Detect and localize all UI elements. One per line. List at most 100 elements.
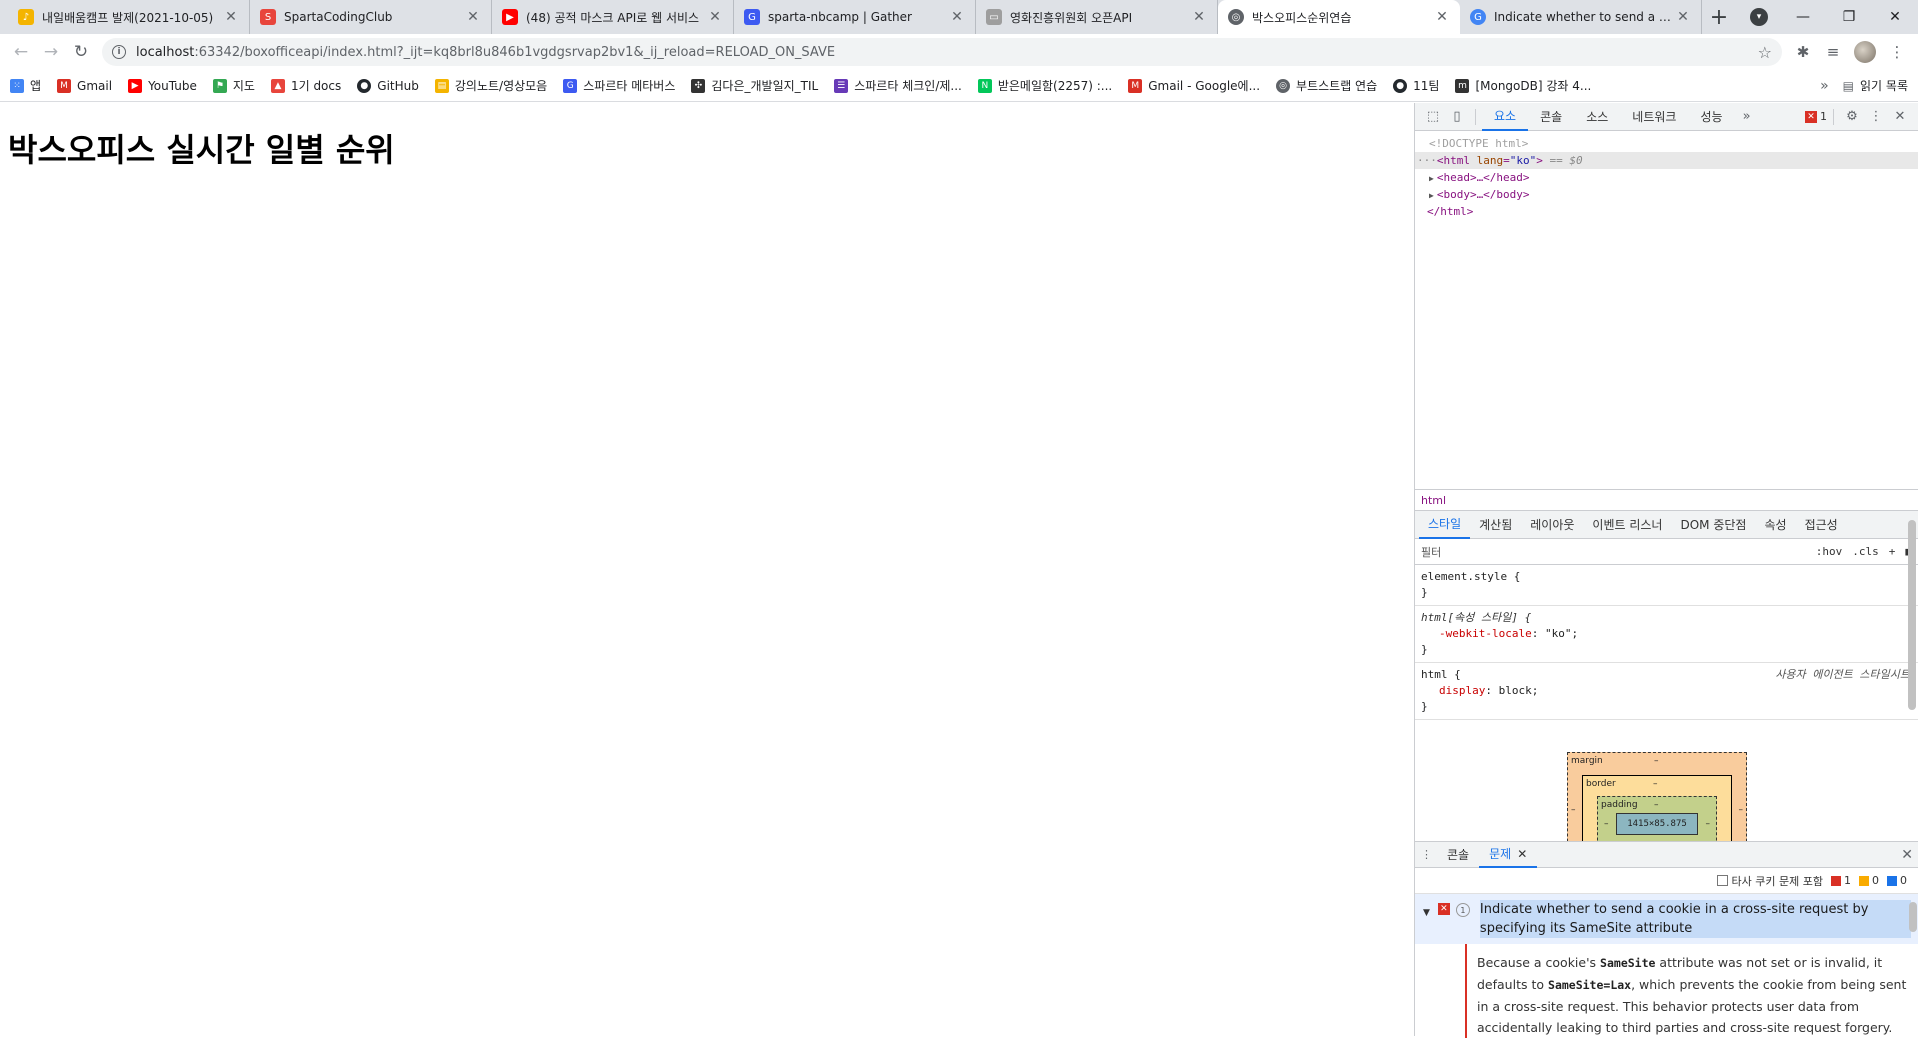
- tab-elements[interactable]: 요소: [1482, 103, 1529, 131]
- dom-node-doctype[interactable]: <!DOCTYPE html>: [1415, 135, 1918, 152]
- bookmark-item[interactable]: ☰ 스파르타 체크인/제...: [834, 77, 962, 94]
- bookmark-star-icon[interactable]: ☆: [1758, 43, 1772, 62]
- issue-header[interactable]: ▼ ✕ 1 Indicate whether to send a cookie …: [1415, 894, 1918, 944]
- info-icon[interactable]: i: [112, 45, 126, 59]
- close-drawer-icon[interactable]: ✕: [1901, 847, 1913, 863]
- browser-tab[interactable]: G Indicate whether to send a cookie ✕: [1460, 0, 1702, 34]
- notes-icon: ▤: [434, 78, 449, 93]
- chevron-down-icon[interactable]: ▼: [1423, 904, 1430, 938]
- tab-close-icon[interactable]: ✕: [1675, 9, 1691, 25]
- dom-node-body[interactable]: ▶ <body>…</body>: [1415, 186, 1918, 203]
- new-rule-plus-icon[interactable]: +: [1889, 545, 1896, 558]
- reading-list-button[interactable]: ▤ 읽기 목록: [1843, 77, 1908, 94]
- bookmark-item[interactable]: m [MongoDB] 강좌 4...: [1455, 77, 1591, 94]
- bookmark-item[interactable]: ● 11팀: [1393, 77, 1439, 94]
- device-toolbar-icon[interactable]: ▯: [1445, 109, 1469, 124]
- restore-icon[interactable]: ❐: [1826, 0, 1872, 34]
- address-bar[interactable]: i localhost:63342/boxofficeapi/index.htm…: [102, 38, 1782, 66]
- filter-input[interactable]: 필터: [1421, 544, 1806, 560]
- close-window-icon[interactable]: ✕: [1872, 0, 1918, 34]
- tab-close-icon[interactable]: ✕: [465, 9, 481, 25]
- browser-tab[interactable]: ▭ 영화진흥위원회 오픈API ✕: [976, 0, 1218, 34]
- profile-avatar[interactable]: [1854, 41, 1876, 63]
- tab-sources[interactable]: 소스: [1574, 103, 1620, 131]
- extensions-puzzle-icon[interactable]: ✱: [1788, 37, 1818, 67]
- browser-tab[interactable]: S SpartaCodingClub ✕: [250, 0, 492, 34]
- tab-styles[interactable]: 스타일: [1419, 511, 1471, 539]
- bookmark-item[interactable]: M Gmail: [57, 78, 113, 93]
- bookmark-label: Gmail: [77, 78, 113, 93]
- tab-accessibility[interactable]: 접근성: [1796, 511, 1847, 539]
- rule-attribute-style[interactable]: html[속성 스타일] { -webkit-locale: "ko"; }: [1415, 606, 1918, 663]
- minimize-icon[interactable]: —: [1780, 0, 1826, 34]
- bookmark-item[interactable]: G 스파르타 메타버스: [563, 77, 675, 94]
- bookmark-item[interactable]: ◎ 부트스트랩 연습: [1276, 77, 1377, 94]
- tab-close-icon[interactable]: ✕: [223, 9, 239, 25]
- tab-performance[interactable]: 성능: [1688, 103, 1734, 131]
- dom-node-html[interactable]: ···<html lang="ko"> == $0: [1415, 152, 1918, 169]
- styles-scrollbar[interactable]: [1908, 520, 1916, 710]
- bookmark-item[interactable]: ▤ 강의노트/영상모음: [434, 77, 547, 94]
- rule-user-agent[interactable]: html { 사용자 에이전트 스타일시트 display: block; }: [1415, 663, 1918, 720]
- chrome-menu-icon[interactable]: ⋮: [1882, 37, 1912, 67]
- error-count-chip[interactable]: 1: [1831, 874, 1851, 887]
- tab-close-icon[interactable]: ✕: [707, 9, 723, 25]
- tab-search-icon[interactable]: ▾: [1750, 8, 1768, 26]
- rule-property[interactable]: display: block;: [1421, 683, 1912, 699]
- inspect-element-icon[interactable]: ⬚: [1421, 109, 1445, 124]
- new-tab-button[interactable]: +: [1702, 0, 1736, 34]
- browser-tab[interactable]: ▶ (48) 공적 마스크 API로 웹 서비스 ✕: [492, 0, 734, 34]
- bookmark-item[interactable]: ▶ YouTube: [128, 78, 197, 93]
- dom-node-head[interactable]: ▶ <head>…</head>: [1415, 169, 1918, 186]
- tab-network[interactable]: 네트워크: [1620, 103, 1688, 131]
- settings-gear-icon[interactable]: ⚙: [1840, 109, 1864, 124]
- error-count-badge[interactable]: ✕ 1: [1805, 110, 1827, 123]
- bookmark-item[interactable]: ● GitHub: [357, 78, 419, 93]
- tab-close-icon[interactable]: ✕: [949, 9, 965, 25]
- drawer-tab-issues[interactable]: 문제 ✕: [1479, 842, 1538, 868]
- tab-computed[interactable]: 계산됨: [1470, 511, 1521, 539]
- bookmark-item[interactable]: ✣ 김다은_개발일지_TIL: [691, 77, 818, 94]
- bookmark-item[interactable]: N 받은메일함(2257) :...: [977, 77, 1112, 94]
- info-count-chip[interactable]: 0: [1887, 874, 1907, 887]
- rule-property[interactable]: -webkit-locale: "ko";: [1421, 626, 1912, 642]
- tab-dom-breakpoints[interactable]: DOM 중단점: [1671, 511, 1755, 539]
- expand-triangle-icon[interactable]: ▶: [1429, 174, 1434, 183]
- url-text[interactable]: localhost:63342/boxofficeapi/index.html?…: [136, 45, 1758, 60]
- bookmark-item[interactable]: M Gmail - Google에...: [1128, 77, 1260, 94]
- hov-toggle[interactable]: :hov: [1816, 545, 1843, 558]
- drawer-tab-console[interactable]: 콘솔: [1437, 842, 1479, 868]
- tab-console[interactable]: 콘솔: [1528, 103, 1574, 131]
- cls-toggle[interactable]: .cls: [1852, 545, 1879, 558]
- media-playlist-icon[interactable]: ≡: [1818, 37, 1848, 67]
- browser-tab[interactable]: ♪ 내일배움캠프 발제(2021-10-05) ✕: [8, 0, 250, 34]
- tab-properties[interactable]: 속성: [1755, 511, 1795, 539]
- warning-count-chip[interactable]: 0: [1859, 874, 1879, 887]
- forward-arrow-icon[interactable]: →: [36, 37, 66, 67]
- kebab-menu-icon[interactable]: ⋮: [1864, 109, 1888, 124]
- drawer-menu-icon[interactable]: ⋮: [1421, 848, 1437, 861]
- drawer-scrollbar[interactable]: [1909, 902, 1917, 932]
- bookmark-item[interactable]: ⚑ 지도: [212, 77, 255, 94]
- dom-node-html-close[interactable]: </html>: [1415, 203, 1918, 220]
- browser-tab-active[interactable]: ◎ 박스오피스순위연습 ✕: [1218, 0, 1460, 34]
- reload-icon[interactable]: ↻: [66, 37, 96, 67]
- bookmark-item[interactable]: ▲ 1기 docs: [270, 77, 341, 94]
- close-devtools-icon[interactable]: ✕: [1888, 109, 1912, 124]
- close-tab-icon[interactable]: ✕: [1517, 847, 1527, 861]
- tab-close-icon[interactable]: ✕: [1434, 9, 1450, 25]
- breadcrumb-item[interactable]: html: [1421, 494, 1446, 507]
- chevron-more-icon[interactable]: »: [1820, 78, 1829, 94]
- box-content-size[interactable]: 1415×85.875: [1616, 813, 1698, 835]
- back-arrow-icon[interactable]: ←: [6, 37, 36, 67]
- third-party-checkbox[interactable]: [1716, 875, 1728, 886]
- expand-triangle-icon[interactable]: ▶: [1429, 191, 1434, 200]
- bookmark-item[interactable]: ⁙ 앱: [10, 77, 41, 94]
- more-tabs-chevron-icon[interactable]: »: [1735, 109, 1759, 124]
- browser-tab[interactable]: G sparta-nbcamp | Gather ✕: [734, 0, 976, 34]
- tab-layout[interactable]: 레이아웃: [1521, 511, 1583, 539]
- issue-title[interactable]: Indicate whether to send a cookie in a c…: [1479, 900, 1911, 938]
- tab-close-icon[interactable]: ✕: [1191, 9, 1207, 25]
- rule-element-style[interactable]: element.style { }: [1415, 565, 1918, 606]
- tab-event-listeners[interactable]: 이벤트 리스너: [1583, 511, 1671, 539]
